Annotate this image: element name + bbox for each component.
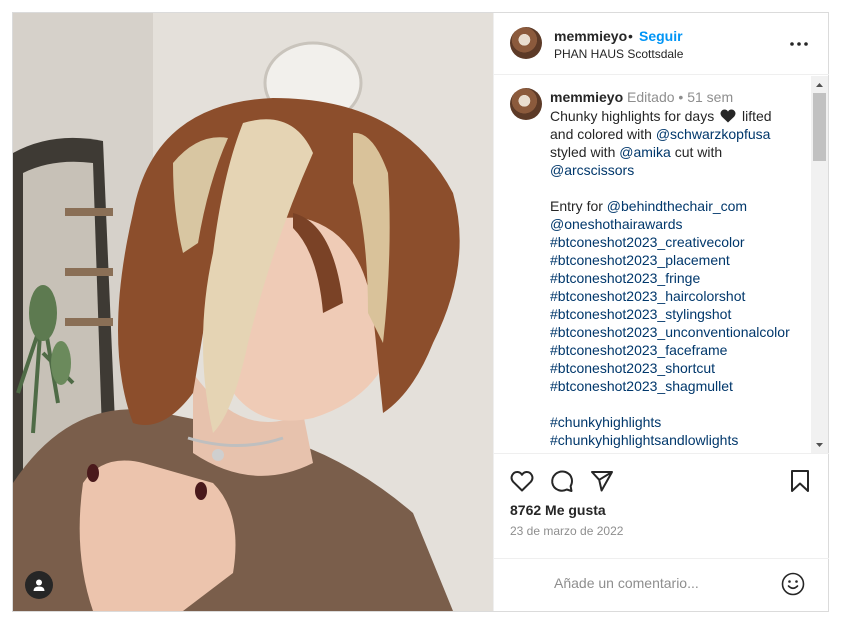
caption-line: #btconeshot2023_placement bbox=[550, 251, 810, 269]
more-options-icon bbox=[790, 42, 808, 46]
post-side-panel: memmieyo • Seguir PHAN HAUS Scottsdale m… bbox=[493, 13, 829, 611]
caption-line: #btconeshot2023_shagmullet bbox=[550, 377, 810, 395]
hashtag-link[interactable]: #btconeshot2023_shagmullet bbox=[550, 378, 733, 394]
caption-line: #btconeshot2023_stylingshot bbox=[550, 305, 810, 323]
caption-separator: • bbox=[678, 89, 684, 105]
caption-area: memmieyo Editado • 51 sem Chunky highlig… bbox=[494, 76, 829, 453]
caption-line: and colored with @schwarzkopfusa bbox=[550, 125, 810, 143]
avatar[interactable] bbox=[510, 27, 542, 59]
hashtag-link[interactable]: #btconeshot2023_faceframe bbox=[550, 342, 727, 358]
share-button[interactable] bbox=[589, 468, 615, 494]
caption-line: #btconeshot2023_haircolorshot bbox=[550, 287, 810, 305]
caption-line: @arcscissors bbox=[550, 161, 810, 179]
emoji-icon[interactable] bbox=[781, 572, 805, 596]
likes-label: Me gusta bbox=[545, 502, 606, 518]
hashtag-link[interactable]: #btconeshot2023_unconventionalcolor bbox=[550, 324, 790, 340]
caption-text-segment: lifted bbox=[738, 108, 772, 124]
likes-count[interactable]: 8762 Me gusta bbox=[510, 502, 606, 518]
caption-text-segment: and colored with bbox=[550, 126, 656, 142]
hashtag-link[interactable]: #btconeshot2023_shortcut bbox=[550, 360, 715, 376]
header-separator: • bbox=[628, 28, 633, 44]
caption-line: @oneshothairawards bbox=[550, 215, 810, 233]
like-icon bbox=[510, 470, 534, 492]
post-dialog: memmieyo • Seguir PHAN HAUS Scottsdale m… bbox=[12, 12, 829, 612]
caption-line: #btconeshot2023_shortcut bbox=[550, 359, 810, 377]
user-tag-icon bbox=[33, 579, 45, 591]
scroll-up-arrow-icon bbox=[816, 82, 823, 87]
hashtag-link[interactable]: #btconeshot2023_placement bbox=[550, 252, 730, 268]
caption-line: #btconeshot2023_unconventionalcolor bbox=[550, 323, 810, 341]
hashtag-link[interactable]: #chunkyhighlightsandlowlights bbox=[550, 432, 738, 448]
mention-link[interactable]: @oneshothairawards bbox=[550, 216, 683, 232]
caption-text-segment: Entry for bbox=[550, 198, 607, 214]
caption-text: Chunky highlights for days lifted and col… bbox=[550, 107, 810, 453]
save-icon bbox=[791, 470, 809, 492]
post-header: memmieyo • Seguir PHAN HAUS Scottsdale bbox=[494, 13, 829, 75]
black-heart-icon bbox=[720, 109, 736, 123]
follow-button[interactable]: Seguir bbox=[639, 28, 683, 44]
caption-line: #chunkyhighlightsandlowlights bbox=[550, 431, 810, 449]
photo-illustration bbox=[13, 13, 493, 611]
mention-link[interactable]: @amika bbox=[619, 144, 671, 160]
hashtag-link[interactable]: #btconeshot2023_creativecolor bbox=[550, 234, 745, 250]
actions-section: 8762 Me gusta 23 de marzo de 2022 bbox=[494, 453, 829, 609]
comment-bar bbox=[494, 558, 829, 610]
user-tag-button[interactable] bbox=[25, 571, 53, 599]
caption-line: #btconeshot2023_faceframe bbox=[550, 341, 810, 359]
share-icon bbox=[591, 471, 613, 492]
scroll-down-button[interactable] bbox=[811, 436, 828, 453]
scroll-down-arrow-icon bbox=[816, 442, 823, 447]
likes-number: 8762 bbox=[510, 502, 542, 518]
post-username[interactable]: memmieyo bbox=[554, 28, 627, 44]
caption-text-segment: Chunky highlights for days bbox=[550, 108, 719, 124]
hashtag-link[interactable]: #chunkyhighlights bbox=[550, 414, 661, 430]
caption-line: Entry for @behindthechair_com bbox=[550, 197, 810, 215]
caption-header: memmieyo Editado • 51 sem bbox=[550, 89, 733, 105]
caption-username[interactable]: memmieyo bbox=[550, 89, 623, 105]
post-location[interactable]: PHAN HAUS Scottsdale bbox=[554, 47, 683, 61]
caption-line: #btconeshot2023_fringe bbox=[550, 269, 810, 287]
hashtag-link[interactable]: #btconeshot2023_stylingshot bbox=[550, 306, 731, 322]
scroll-thumb[interactable] bbox=[813, 93, 826, 161]
save-button[interactable] bbox=[787, 468, 813, 494]
edited-label: Editado bbox=[627, 89, 675, 105]
caption-line: #chunkyhighlights bbox=[550, 413, 810, 431]
hashtag-link[interactable]: #btconeshot2023_fringe bbox=[550, 270, 700, 286]
post-date[interactable]: 23 de marzo de 2022 bbox=[510, 524, 623, 538]
comment-button[interactable] bbox=[549, 468, 575, 494]
like-button[interactable] bbox=[509, 468, 535, 494]
avatar[interactable] bbox=[510, 88, 542, 120]
hashtag-link[interactable]: #btconeshot2023_haircolorshot bbox=[550, 288, 745, 304]
comment-input[interactable] bbox=[554, 575, 754, 591]
mention-link[interactable]: @schwarzkopfusa bbox=[656, 126, 771, 142]
mention-link[interactable]: @arcscissors bbox=[550, 162, 634, 178]
comment-icon bbox=[551, 470, 573, 492]
caption-line: Chunky highlights for days lifted bbox=[550, 107, 810, 125]
caption-text-segment: cut with bbox=[670, 144, 723, 160]
post-time[interactable]: 51 sem bbox=[687, 89, 733, 105]
post-photo[interactable] bbox=[13, 13, 493, 611]
scroll-up-button[interactable] bbox=[811, 76, 828, 93]
caption-text-segment: styled with bbox=[550, 144, 620, 160]
mention-link[interactable]: @behindthechair_com bbox=[607, 198, 747, 214]
more-options-button[interactable] bbox=[789, 34, 809, 54]
caption-scrollbar[interactable] bbox=[811, 76, 828, 453]
caption-line: #btconeshot2023_creativecolor bbox=[550, 233, 810, 251]
caption-line: styled with @amika cut with bbox=[550, 143, 810, 161]
